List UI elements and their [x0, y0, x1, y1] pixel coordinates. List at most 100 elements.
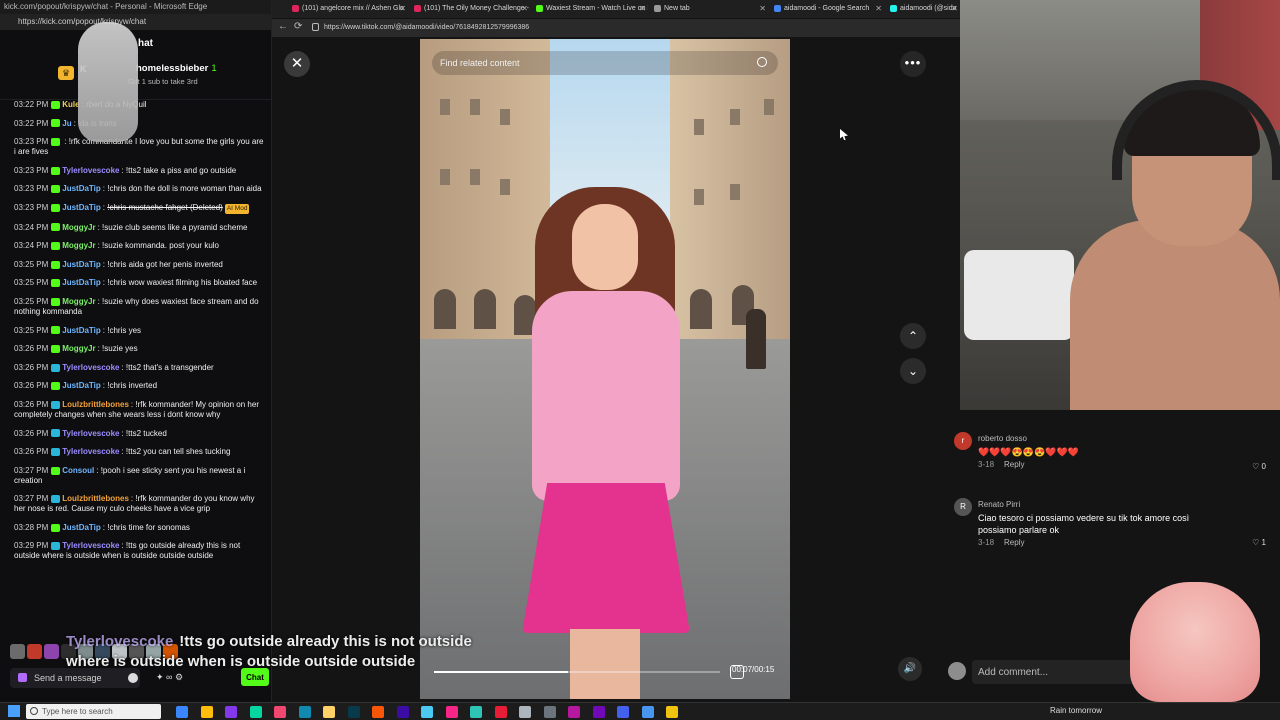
taskbar-app-icon[interactable] — [323, 706, 335, 718]
emote-icon[interactable] — [44, 644, 59, 659]
anime-mascot-overlay — [1130, 582, 1260, 702]
chat-message: 03:27 PM Consoul: !pooh i see sticky sent… — [14, 465, 246, 485]
taskbar-app-icon[interactable] — [543, 706, 556, 718]
chat-username[interactable]: Tylerlovescoke — [62, 447, 119, 456]
close-icon[interactable]: ✕ — [284, 51, 310, 77]
chat-username[interactable]: JustDaTip — [62, 523, 101, 532]
chat-username[interactable]: Ju — [62, 119, 71, 128]
chat-username[interactable]: JustDaTip — [62, 381, 101, 390]
browser-tab[interactable]: aidamoodi - Google Search ✕ — [772, 2, 884, 16]
chat-username[interactable]: Tylerlovescoke — [62, 363, 119, 372]
video-player[interactable]: 00:07/00:15 — [420, 39, 790, 699]
emote-icon[interactable] — [27, 644, 42, 659]
video-window — [694, 189, 704, 205]
emoji-icon[interactable] — [128, 673, 138, 683]
chat-username[interactable]: JustDaTip — [62, 260, 101, 269]
more-options-icon[interactable]: ••• — [900, 51, 926, 77]
taskbar-app-icon[interactable] — [176, 706, 188, 718]
chat-username[interactable]: Consoul — [62, 466, 94, 475]
chat-username[interactable]: MoggyJr — [62, 223, 95, 232]
chat-username[interactable]: MoggyJr — [62, 297, 95, 306]
chat-window-url[interactable]: https://kick.com/popout/krispyw/chat — [0, 14, 271, 30]
taskbar-app-icon[interactable] — [347, 706, 360, 718]
chat-username[interactable]: MoggyJr — [62, 241, 95, 250]
related-search-input[interactable] — [440, 51, 740, 75]
previous-video-button[interactable]: ⌃ — [900, 323, 926, 349]
taskbar-app-icon[interactable] — [519, 706, 531, 718]
chat-username[interactable]: JustDaTip — [62, 184, 101, 193]
chat-username[interactable]: Loulzbrittlebones — [62, 494, 129, 503]
taskbar-app-icon[interactable] — [372, 706, 384, 718]
taskbar-app-icon[interactable] — [225, 706, 237, 718]
captions-icon[interactable] — [730, 665, 744, 679]
chat-message-list[interactable]: 03:22 PMKule: rbert do a NyQuil03:22 PMJ… — [0, 100, 272, 635]
tab-bar: (101) angelcore mix // Ashen Glo ✕ (101) T… — [272, 0, 960, 18]
browser-tab[interactable]: aidamoodi (@sida ✕ — [888, 2, 960, 16]
taskbar-app-icon[interactable] — [445, 706, 458, 718]
browser-tab[interactable]: Waxiest Stream - Watch Live on K ✕ — [534, 2, 648, 16]
video-pedestrian — [746, 309, 766, 369]
reload-icon[interactable]: ⟳ — [294, 21, 302, 32]
tab-close-icon[interactable]: ✕ — [399, 2, 406, 16]
comment-username[interactable]: Renato Pirri — [978, 500, 1020, 509]
reply-button[interactable]: Reply — [1004, 460, 1024, 469]
taskbar-app-icon[interactable] — [641, 706, 654, 718]
tab-close-icon[interactable]: ✕ — [759, 2, 766, 16]
taskbar-app-icon[interactable] — [421, 706, 433, 718]
browser-tab[interactable]: (101) The Oily Money Challenge - ✕ — [412, 2, 530, 16]
comment-body: ❤️❤️❤️😍😍😍❤️❤️❤️ — [978, 447, 1079, 457]
chat-username[interactable]: Tylerlovescoke — [62, 541, 119, 550]
tab-favicon-icon — [654, 5, 661, 12]
taskbar-app-icon[interactable] — [666, 706, 678, 718]
taskbar-app-icon[interactable] — [200, 706, 213, 718]
chat-username[interactable]: JustDaTip — [62, 203, 101, 212]
chat-message-time: 03:24 PM — [14, 222, 49, 232]
chat-username[interactable]: Tylerlovescoke — [62, 429, 119, 438]
chat-username[interactable]: Kule — [62, 100, 79, 109]
video-building-right — [670, 39, 790, 379]
browser-tab[interactable]: (101) angelcore mix // Ashen Glo ✕ — [290, 2, 408, 16]
video-building-left — [420, 39, 550, 379]
taskbar-app-icon[interactable] — [617, 706, 629, 718]
comment-input[interactable] — [972, 660, 1142, 684]
taskbar-app-icon[interactable] — [470, 706, 482, 718]
taskbar-search — [26, 704, 161, 719]
search-icon[interactable] — [757, 57, 767, 67]
like-button[interactable]: ♡ 1 — [1252, 538, 1266, 547]
tab-close-icon[interactable]: ✕ — [639, 2, 646, 16]
avatar[interactable]: r — [954, 432, 972, 450]
chat-username[interactable]: Tylerlovescoke — [62, 166, 119, 175]
taskbar-app-icon[interactable] — [396, 706, 409, 718]
top-gifter[interactable]: homelessbieber 1 — [136, 63, 217, 74]
taskbar-app-icon[interactable] — [494, 706, 507, 718]
browser-tab[interactable]: New tab ✕ — [652, 2, 768, 16]
taskbar-search-input[interactable] — [42, 704, 152, 719]
weather-widget[interactable]: Rain tomorrow — [1050, 706, 1102, 715]
taskbar-app-icon[interactable] — [249, 706, 262, 718]
chat-tools[interactable]: ✦ ∞ ⚙ — [156, 672, 183, 683]
back-icon[interactable]: ← — [278, 21, 288, 32]
taskbar-app-icon[interactable] — [298, 706, 311, 718]
tab-label: New tab — [664, 5, 690, 12]
taskbar-app-icon[interactable] — [592, 706, 605, 718]
taskbar-app-icon[interactable] — [568, 706, 580, 718]
taskbar-app-icon[interactable] — [274, 706, 286, 718]
chat-username[interactable]: MoggyJr — [62, 344, 95, 353]
comment-username[interactable]: roberto dosso — [978, 434, 1027, 443]
chat-username[interactable]: JustDaTip — [62, 326, 101, 335]
chat-username[interactable]: JustDaTip — [62, 278, 101, 287]
volume-icon[interactable]: 🔊 — [898, 657, 922, 681]
tab-close-icon[interactable]: ✕ — [951, 2, 958, 16]
address-bar: ← ⟳ https://www.tiktok.com/@aidamoodi/vi… — [272, 19, 960, 37]
avatar[interactable]: R — [954, 498, 972, 516]
next-video-button[interactable]: ⌄ — [900, 358, 926, 384]
like-button[interactable]: ♡ 0 — [1252, 462, 1266, 471]
windows-start-icon[interactable] — [8, 705, 20, 717]
address-url[interactable]: https://www.tiktok.com/@aidamoodi/video/… — [324, 19, 529, 37]
tab-close-icon[interactable]: ✕ — [521, 2, 528, 16]
tab-close-icon[interactable]: ✕ — [875, 2, 882, 16]
chat-popout-window: kick.com/popout/krispyw/chat - Personal … — [0, 0, 272, 702]
reply-button[interactable]: Reply — [1004, 538, 1024, 547]
chat-username[interactable]: Loulzbrittlebones — [62, 400, 129, 409]
emote-icon[interactable] — [10, 644, 25, 659]
